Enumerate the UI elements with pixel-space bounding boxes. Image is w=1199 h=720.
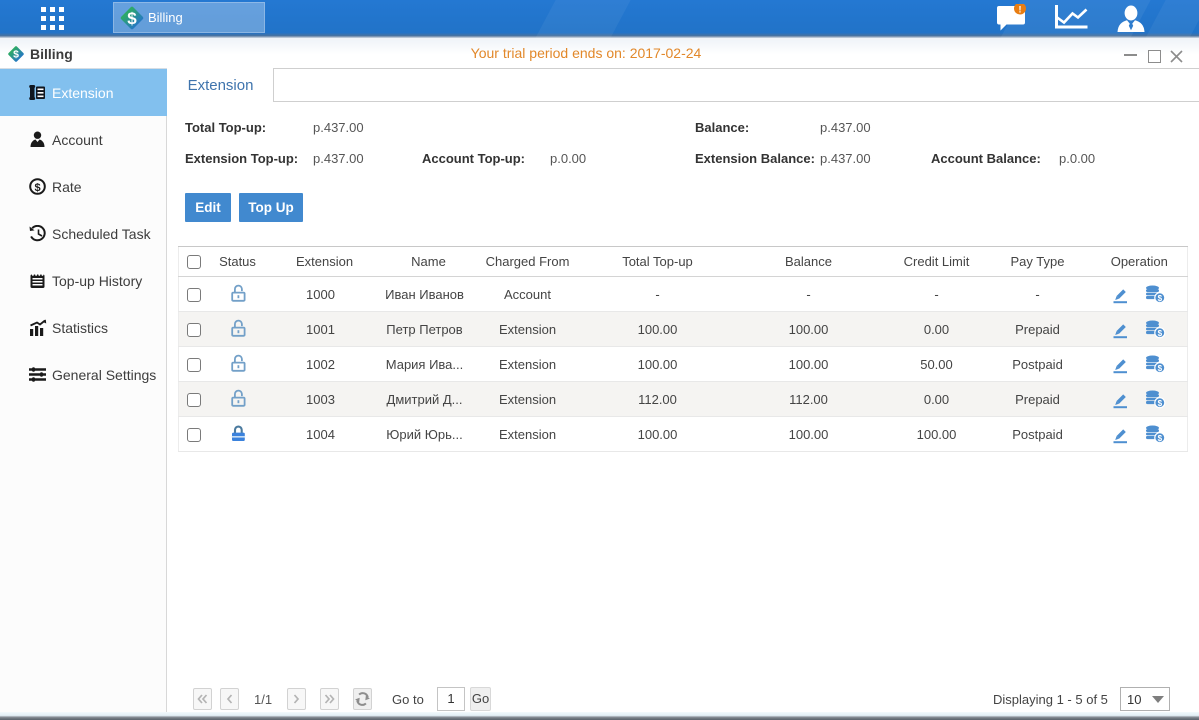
svg-text:$: $	[1157, 434, 1162, 443]
svg-text:!: !	[1019, 5, 1022, 15]
svg-text:$: $	[1157, 399, 1162, 408]
svg-text:$: $	[127, 9, 137, 28]
svg-text:$: $	[1157, 329, 1162, 338]
svg-text:$: $	[13, 50, 19, 61]
svg-text:$: $	[1157, 364, 1162, 373]
svg-text:$: $	[1157, 294, 1162, 303]
svg-text:$: $	[34, 182, 40, 194]
